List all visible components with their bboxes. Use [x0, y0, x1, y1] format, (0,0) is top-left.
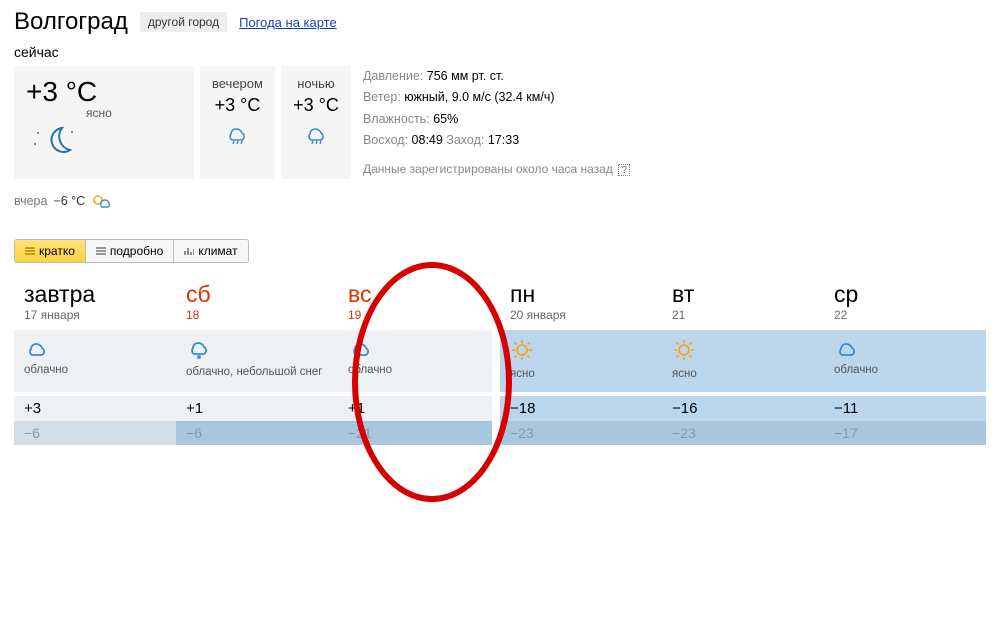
day-date: 22 [834, 308, 976, 322]
pressure-value: 756 мм рт. ст. [427, 69, 504, 83]
weather-map-link[interactable]: Погода на карте [239, 15, 337, 30]
part-temp: +3 °C [293, 95, 339, 116]
tab-label: климат [198, 244, 237, 258]
tab-climate[interactable]: климат [174, 240, 247, 262]
sunrise-value: 08:49 [412, 133, 443, 147]
forecast-day[interactable]: вт21 ясно −16−23 [662, 273, 824, 445]
cloud-icon [834, 338, 976, 358]
tab-label: кратко [39, 244, 75, 258]
bars-icon [184, 247, 194, 255]
day-condition: облачно [348, 364, 490, 376]
day-condition: ясно [672, 368, 814, 380]
day-condition: облачно [24, 364, 166, 376]
list-icon [96, 247, 106, 255]
day-date: 17 января [24, 308, 166, 322]
day-date: 18 [186, 308, 328, 322]
lines-icon [25, 247, 35, 255]
part-title: ночью [297, 76, 334, 91]
moon-icon [32, 124, 80, 156]
view-tabs: кратко подробно климат [14, 239, 249, 263]
day-date: 19 [348, 308, 490, 322]
evening-card: вечером +3 °C [200, 66, 275, 179]
day-of-week: ср [834, 281, 976, 308]
day-of-week: завтра [24, 281, 166, 308]
day-condition: облачно [834, 364, 976, 376]
sunset-value: 17:33 [488, 133, 519, 147]
yesterday-label: вчера [14, 194, 47, 208]
forecast-day[interactable]: ср22 облачно −11−17 [824, 273, 986, 445]
sunrise-label: Восход: [363, 133, 408, 147]
day-date: 21 [672, 308, 814, 322]
yesterday-value: −6 °C [53, 194, 85, 208]
day-of-week: вс [348, 281, 490, 308]
day-high: −16 [662, 396, 824, 421]
day-low: −23 [662, 421, 824, 445]
now-temp: +3 °C [26, 76, 97, 108]
forecast-day[interactable]: вс19 облачно +1−21 [338, 273, 500, 445]
tab-brief[interactable]: кратко [15, 240, 86, 262]
day-high: +1 [338, 396, 500, 421]
day-low: −6 [14, 421, 176, 445]
part-title: вечером [212, 76, 263, 91]
day-of-week: вт [672, 281, 814, 308]
forecast-day[interactable]: сб18 облачно, небольшой снег +1−6 [176, 273, 338, 445]
night-card: ночью +3 °C [281, 66, 351, 179]
sun-icon [672, 338, 814, 362]
forecast-row: завтра17 января облачно +3−6 сб18 облачно, н… [14, 273, 994, 445]
day-date: 20 января [510, 308, 652, 322]
data-note: Данные зарегистрированы около часа назад [363, 162, 613, 176]
now-condition: ясно [86, 106, 112, 120]
forecast-day[interactable]: завтра17 января облачно +3−6 [14, 273, 176, 445]
pressure-label: Давление: [363, 69, 423, 83]
part-temp: +3 °C [215, 95, 261, 116]
city-title: Волгоград [14, 8, 128, 36]
day-low: −23 [500, 421, 662, 445]
day-condition: облачно, небольшой снег [186, 366, 328, 378]
details-block: Давление: 756 мм рт. ст. Ветер: южный, 9… [363, 66, 630, 179]
rain-icon [224, 122, 250, 146]
yesterday-row: вчера −6 °C [14, 193, 994, 209]
tab-label: подробно [110, 244, 163, 258]
now-card: +3 °C ясно [14, 66, 194, 179]
cloud-icon [24, 338, 166, 358]
sunset-label: Заход: [446, 133, 484, 147]
humidity-label: Влажность: [363, 112, 430, 126]
day-of-week: сб [186, 281, 328, 308]
day-low: −17 [824, 421, 986, 445]
day-condition: ясно [510, 368, 652, 380]
day-low: −21 [338, 421, 500, 445]
day-high: −11 [824, 396, 986, 421]
day-low: −6 [176, 421, 338, 445]
day-high: −18 [500, 396, 662, 421]
wind-value: южный, 9.0 м/с (32.4 км/ч) [404, 90, 554, 104]
forecast-day[interactable]: пн20 января ясно −18−23 [500, 273, 662, 445]
snowcloud-icon [186, 338, 328, 360]
wind-label: Ветер: [363, 90, 401, 104]
day-high: +1 [176, 396, 338, 421]
day-high: +3 [14, 396, 176, 421]
humidity-value: 65% [433, 112, 458, 126]
help-icon[interactable]: ? [618, 164, 630, 176]
sun-icon [510, 338, 652, 362]
other-city-button[interactable]: другой город [140, 12, 227, 32]
partly-cloudy-icon [91, 193, 113, 209]
now-label: сейчас [14, 44, 994, 60]
day-of-week: пн [510, 281, 652, 308]
tab-detailed[interactable]: подробно [86, 240, 174, 262]
cloud-icon [348, 338, 490, 358]
rain-icon [303, 122, 329, 146]
